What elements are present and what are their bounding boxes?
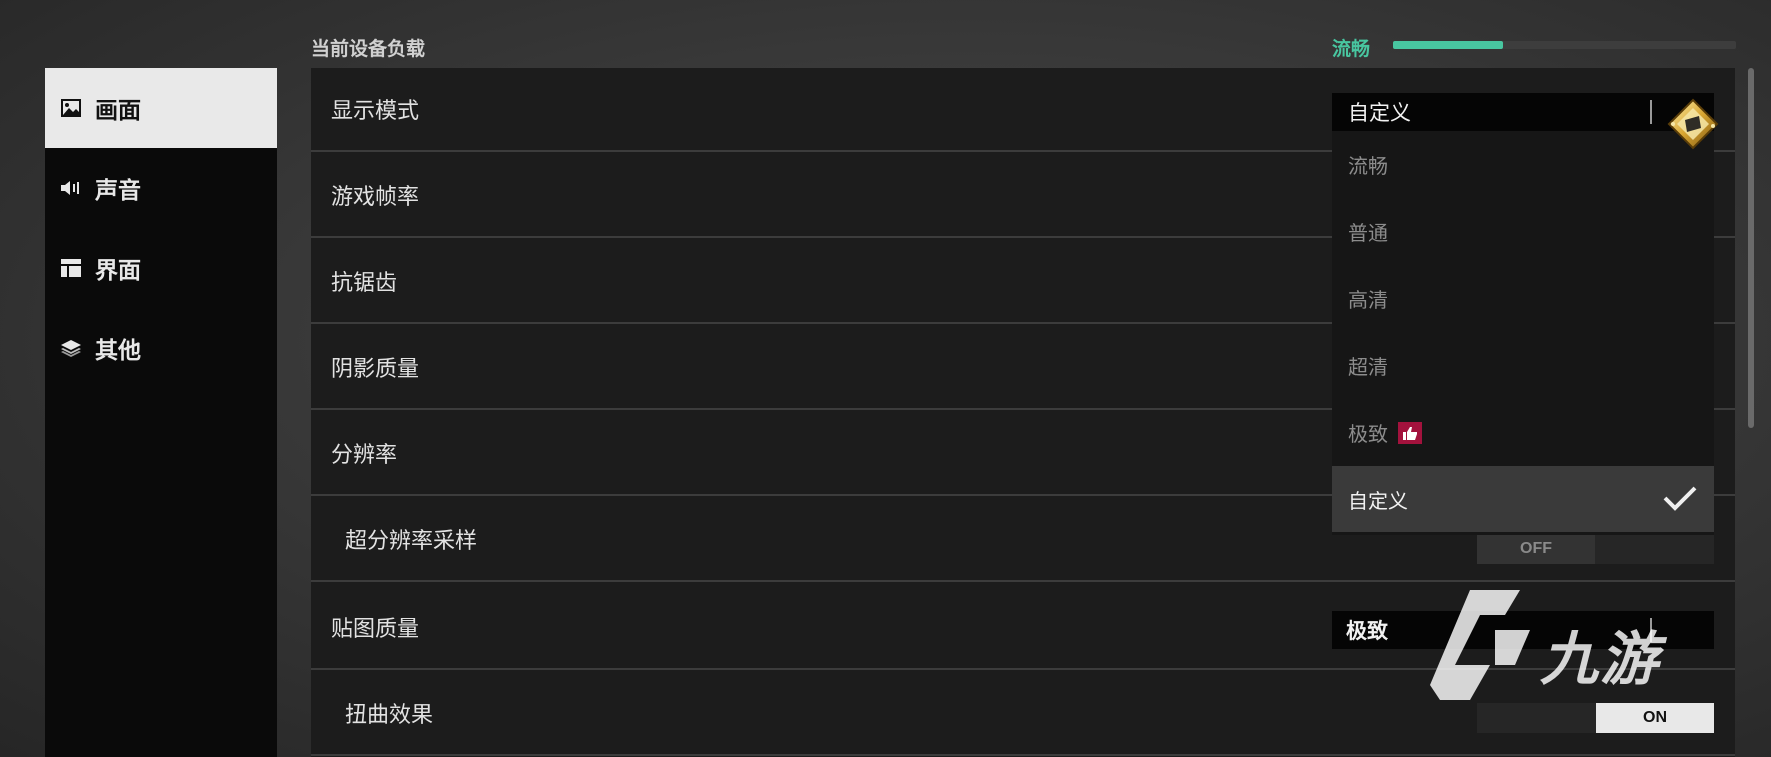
setting-label: 阴影质量 [331, 357, 420, 382]
device-load-bar [1393, 41, 1736, 49]
option-label: 自定义 [1348, 488, 1408, 513]
super-resolution-toggle[interactable]: OFF [1477, 534, 1714, 564]
thumbs-up-icon [1398, 421, 1422, 444]
toggle-knob: ON [1596, 703, 1714, 733]
select-value: 极致 [1346, 619, 1388, 643]
toggle-knob: OFF [1477, 534, 1595, 564]
sidebar-item-interface[interactable]: 界面 [45, 228, 277, 308]
setting-label: 分辨率 [331, 443, 398, 468]
menu-option-normal[interactable]: 普通 [1332, 198, 1714, 265]
option-label: 高清 [1348, 288, 1388, 312]
sidebar-item-other[interactable]: 其他 [45, 308, 277, 388]
option-label: 超清 [1348, 355, 1388, 379]
sidebar-item-label: 其他 [95, 338, 141, 364]
menu-option-hd[interactable]: 高清 [1332, 265, 1714, 332]
distortion-toggle[interactable]: ON [1477, 703, 1714, 733]
display-mode-select[interactable]: 自定义 [1332, 93, 1714, 131]
layout-icon [59, 256, 83, 280]
setting-label: 抗锯齿 [331, 271, 398, 296]
sidebar-item-label: 声音 [95, 178, 141, 204]
device-load-label: 当前设备负载 [311, 38, 426, 60]
settings-sidebar: 画面 声音 界面 其他 [45, 68, 277, 757]
watermark-text: 九游 [1540, 625, 1661, 693]
menu-option-smooth[interactable]: 流畅 [1332, 131, 1714, 198]
select-value: 自定义 [1348, 101, 1411, 125]
menu-option-ultra-hd[interactable]: 超清 [1332, 332, 1714, 399]
device-load-bar-fill [1393, 41, 1503, 49]
setting-label: 贴图质量 [331, 617, 420, 642]
setting-label: 显示模式 [331, 99, 420, 124]
image-icon [59, 96, 83, 120]
setting-label: 扭曲效果 [345, 703, 434, 728]
sidebar-item-display[interactable]: 画面 [45, 68, 277, 148]
settings-scrollbar[interactable] [1748, 68, 1754, 428]
setting-label: 游戏帧率 [331, 185, 420, 210]
device-load-status: 流畅 [1332, 38, 1371, 60]
layers-icon [59, 336, 83, 360]
speaker-icon [59, 176, 83, 200]
option-label: 极致 [1348, 422, 1388, 446]
menu-option-extreme[interactable]: 极致 [1332, 399, 1714, 466]
setting-label: 超分辨率采样 [345, 529, 478, 554]
menu-option-custom[interactable]: 自定义 [1332, 466, 1714, 532]
sidebar-item-sound[interactable]: 声音 [45, 148, 277, 228]
option-label: 流畅 [1348, 154, 1388, 178]
gold-diamond-cursor-icon [1665, 96, 1721, 152]
sidebar-item-label: 画面 [95, 98, 141, 124]
option-label: 普通 [1348, 221, 1388, 245]
check-icon [1662, 484, 1698, 517]
select-divider [1650, 100, 1652, 124]
sidebar-item-label: 界面 [95, 258, 141, 284]
display-mode-menu: 流畅 普通 高清 超清 极致 自定义 [1332, 131, 1714, 535]
